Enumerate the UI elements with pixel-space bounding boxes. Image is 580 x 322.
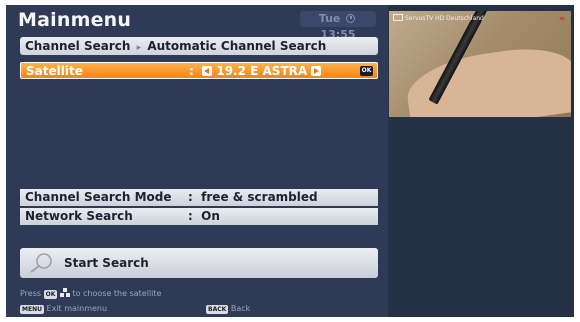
preview-hand [402,41,571,117]
live-tv-preview: ServusTV HD Deutschland ▬ [389,11,571,117]
search-mode-separator: : [188,190,193,204]
footer-exit[interactable]: MENU Exit mainmenu [20,304,107,314]
ok-badge: OK [360,66,373,76]
satellite-value: 19.2 E ASTRA [216,64,308,78]
hint-prefix: Press [20,289,42,298]
search-mode-row[interactable]: Channel Search Mode : free & scrambled [20,189,378,206]
preview-channel-label: ServusTV HD Deutschland [393,14,484,22]
search-mode-value: free & scrambled [201,190,318,204]
breadcrumb: Channel Search ▸ Automatic Channel Searc… [20,37,378,55]
search-mode-label: Channel Search Mode [25,190,172,204]
search-mode-value-group: : free & scrambled [188,189,318,206]
start-search-button[interactable]: Start Search [20,248,378,278]
satellite-value-group: : 19.2 E ASTRA [189,63,322,80]
footer-back[interactable]: BACK Back [206,304,250,314]
preview-channel-name: ServusTV HD Deutschland [405,15,484,22]
breadcrumb-current: Automatic Channel Search [147,39,327,53]
network-search-row[interactable]: Network Search : On [20,208,378,225]
search-icon [30,253,52,273]
start-search-label: Start Search [64,256,149,270]
day-label: Tue [318,12,341,25]
page-title: Mainmenu [18,9,132,31]
network-search-label: Network Search [25,209,133,223]
datetime-display: Tue 13:55 [300,11,376,41]
clock-icon [346,14,356,23]
network-search-value-group: : On [188,208,220,225]
breadcrumb-parent: Channel Search [25,39,131,53]
tv-menu-screen: Mainmenu Tue 13:55 Channel Search ▸ Auto… [6,5,574,317]
satellite-separator: : [189,64,194,78]
arrow-right-icon[interactable] [311,66,322,76]
arrow-left-icon[interactable] [202,66,213,76]
tv-icon [393,14,403,21]
back-key: BACK [206,305,229,314]
breadcrumb-separator-icon: ▸ [136,43,142,53]
network-search-separator: : [188,209,193,223]
satellite-row[interactable]: Satellite : 19.2 E ASTRA OK [20,62,378,79]
back-label: Back [230,304,251,313]
ok-key: OK [43,290,58,299]
nav-arrows-icon [59,288,70,297]
hint-suffix: to choose the satellite [72,289,162,298]
satellite-label: Satellite [26,64,83,78]
network-search-value: On [201,209,220,223]
channel-logo-icon: ▬ [559,15,565,22]
hint-text: Press OK to choose the satellite [20,288,161,299]
menu-key: MENU [20,305,44,314]
exit-label: Exit mainmenu [46,304,108,313]
